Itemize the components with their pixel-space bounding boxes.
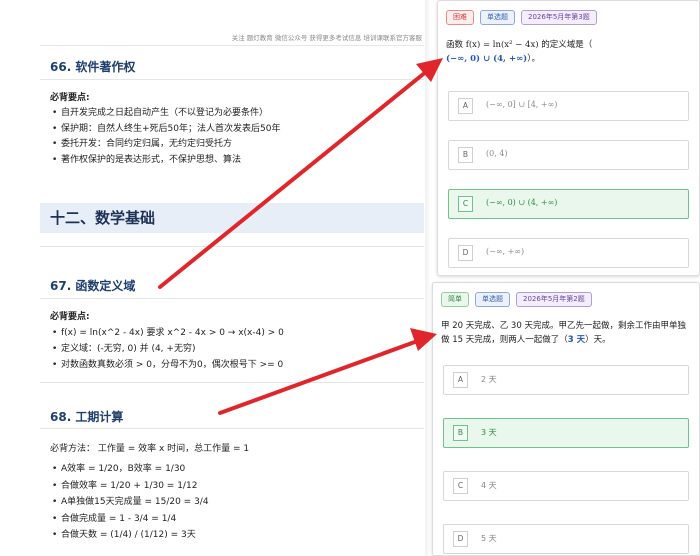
question-middle: 的定义域是（ xyxy=(538,40,593,50)
option-d[interactable]: D (−∞, +∞) xyxy=(448,238,689,268)
question-text: 函数 f(x) = ln(x² − 4x) 的定义域是（ (−∞, 0) ∪ (… xyxy=(446,38,693,66)
divider xyxy=(40,428,424,429)
option-b-correct[interactable]: B 3 天 xyxy=(443,418,689,448)
option-text: (−∞, 0] ∪ [4, +∞) xyxy=(486,100,558,109)
question-source-badge: 2026年5月年第2题 xyxy=(516,292,592,307)
divider xyxy=(40,298,424,299)
section-68-subtitle: 必背方法： 工作量 = 效率 x 时间，总工作量 = 1 xyxy=(50,444,250,454)
option-text: 3 天 xyxy=(481,428,497,437)
question-answer-fill: (−∞, 0) ∪ (4, +∞) xyxy=(446,54,528,64)
option-letter: B xyxy=(458,147,473,163)
list-item: 委托开发：合同约定归属，无约定归受托方 xyxy=(52,137,280,153)
option-text: 2 天 xyxy=(481,375,497,384)
section-68-title: 68. 工期计算 xyxy=(50,410,124,424)
list-item: 著作权保护的是表达形式，不保护思想、算法 xyxy=(52,153,280,169)
document-edge-shadow xyxy=(425,0,430,556)
section-66-list: 自开发完成之日起自动产生（不以登记为必要条件） 保护期：自然人终生+死后50年；… xyxy=(52,106,280,168)
question-prefix: 函数 xyxy=(446,40,466,50)
divider xyxy=(40,382,424,383)
option-letter: A xyxy=(453,372,468,388)
question-suffix: ）。 xyxy=(527,54,540,64)
list-item: 定义域：(-无穷, 0) 并 (4, +无穷) xyxy=(52,341,284,357)
list-item: 对数函数真数必须 > 0，分母不为0，偶次根号下 >= 0 xyxy=(52,357,284,373)
section-12-heading: 十二、数学基础 xyxy=(40,203,424,233)
list-item: 合做效率 = 1/20 + 1/30 = 1/12 xyxy=(52,478,209,495)
quiz-card-domain-question: 困难 单选题 2026年5月年第3题 函数 f(x) = ln(x² − 4x)… xyxy=(437,0,700,276)
question-prefix: 甲 20 天完成、乙 30 天完成。甲乙先一起做，剩余工作由甲单独做 15 天完… xyxy=(441,321,686,345)
difficulty-badge: 困难 xyxy=(446,10,474,25)
option-letter: C xyxy=(458,196,473,212)
option-c-correct[interactable]: C (−∞, 0) ∪ (4, +∞) xyxy=(448,189,689,219)
question-suffix: ）天。 xyxy=(585,335,611,345)
option-letter: A xyxy=(458,98,473,114)
question-tags: 困难 单选题 2026年5月年第3题 xyxy=(446,10,597,25)
question-answer-fill: 3 天 xyxy=(567,335,586,345)
option-a[interactable]: A 2 天 xyxy=(443,365,689,395)
option-text: (0, 4) xyxy=(486,149,508,158)
divider xyxy=(40,79,424,80)
option-c[interactable]: C 4 天 xyxy=(443,471,689,501)
divider xyxy=(40,246,424,247)
list-item: A效率 = 1/20，B效率 = 1/30 xyxy=(52,461,209,478)
section-67-title: 67. 函数定义域 xyxy=(50,279,136,293)
divider xyxy=(40,45,424,46)
list-item: 保护期：自然人终生+死后50年；法人首次发表后50年 xyxy=(52,122,280,138)
option-letter: D xyxy=(453,531,468,547)
option-text: (−∞, 0) ∪ (4, +∞) xyxy=(486,198,558,207)
option-text: (−∞, +∞) xyxy=(486,247,525,256)
option-b[interactable]: B (0, 4) xyxy=(448,140,689,170)
option-letter: D xyxy=(458,245,473,261)
list-item: 合做完成量 = 1 - 3/4 = 1/4 xyxy=(52,511,209,528)
list-item: A单独做15天完成量 = 15/20 = 3/4 xyxy=(52,494,209,511)
section-66-title: 66. 软件著作权 xyxy=(50,60,136,74)
question-formula: f(x) = ln(x² − 4x) xyxy=(465,40,539,50)
section-66-subtitle: 必背要点: xyxy=(50,93,90,103)
option-d[interactable]: D 5 天 xyxy=(443,524,689,554)
option-a[interactable]: A (−∞, 0] ∪ [4, +∞) xyxy=(448,91,689,121)
quiz-card-work-question: 简单 单选题 2026年5月年第2题 甲 20 天完成、乙 30 天完成。甲乙先… xyxy=(432,282,700,556)
list-item: 合做天数 = (1/4) / (1/12) = 3天 xyxy=(52,527,209,544)
question-text: 甲 20 天完成、乙 30 天完成。甲乙先一起做，剩余工作由甲单独做 15 天完… xyxy=(441,319,693,347)
option-text: 5 天 xyxy=(481,534,497,543)
question-tags: 简单 单选题 2026年5月年第2题 xyxy=(441,292,592,307)
list-item: f(x) = ln(x^2 - 4x) 要求 x^2 - 4x > 0 → x(… xyxy=(52,325,284,341)
question-source-badge: 2026年5月年第3题 xyxy=(521,10,597,25)
section-67-list: f(x) = ln(x^2 - 4x) 要求 x^2 - 4x > 0 → x(… xyxy=(52,325,284,373)
section-68-list: A效率 = 1/20，B效率 = 1/30 合做效率 = 1/20 + 1/30… xyxy=(52,461,209,544)
doc-header-text: 关注 题灯教育 微信公众号 获得更多考试信息 培训课联系官方客服 xyxy=(231,34,422,42)
option-letter: B xyxy=(453,425,468,441)
question-type-badge: 单选题 xyxy=(480,10,515,25)
section-67-subtitle: 必背要点: xyxy=(50,312,90,322)
question-type-badge: 单选题 xyxy=(475,292,510,307)
study-notes-document: 关注 题灯教育 微信公众号 获得更多考试信息 培训课联系官方客服 66. 软件著… xyxy=(0,0,430,556)
answer-options: A (−∞, 0] ∪ [4, +∞) B (0, 4) C (−∞, 0) ∪… xyxy=(448,91,689,275)
option-text: 4 天 xyxy=(481,481,497,490)
answer-options: A 2 天 B 3 天 C 4 天 D 5 天 xyxy=(443,365,689,555)
list-item: 自开发完成之日起自动产生（不以登记为必要条件） xyxy=(52,106,280,122)
option-letter: C xyxy=(453,478,468,494)
difficulty-badge: 简单 xyxy=(441,292,469,307)
